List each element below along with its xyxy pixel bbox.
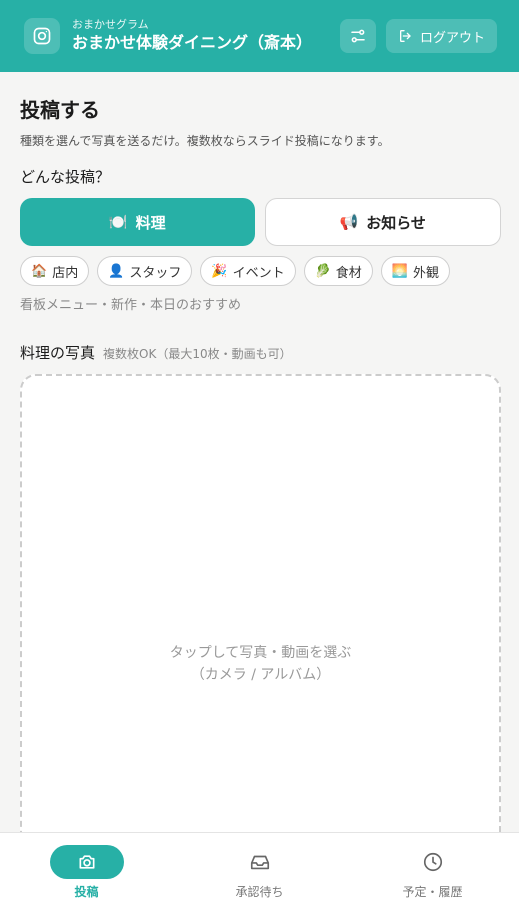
tab-label: 投稿 [74,885,99,899]
page-description: 種類を選んで写真を送るだけ。複数枚ならスライド投稿になります。 [20,134,390,148]
chip-label: イベント [232,265,285,281]
logout-button[interactable]: ログアウト [385,19,497,53]
brand-name: おまかせ体験ダイニング（斎本） [72,33,313,52]
plate-icon: 🍽️ [108,213,128,231]
tab-label: 予定・履歴 [402,885,463,899]
chip-interior[interactable]: 🏠 店内 [20,256,90,286]
tab-label: 承認待ち [235,885,284,899]
post-type-question: どんな投稿？ [20,168,111,186]
post-form: 投稿する 種類を選んで写真を送るだけ。複数枚ならスライド投稿になります。 どんな… [20,96,501,363]
dropzone-text: タップして写真・動画を選ぶ [169,645,352,661]
chip-label: 食材 [335,265,362,281]
clock-icon [423,852,442,872]
chip-event[interactable]: 🎉 イベント [200,256,296,286]
tab-pending[interactable]: 承認待ち [173,833,346,900]
tab-post[interactable]: 投稿 [0,833,173,900]
tab-icon-wrap [396,845,470,879]
brand: おまかせグラム おまかせ体験ダイニング（斎本） [72,18,340,54]
tab-icon-wrap [223,845,297,879]
person-icon: 👤 [108,263,125,279]
post-type-food-button[interactable]: 🍽️ 料理 [20,198,255,246]
page-title: 投稿する [20,98,100,122]
house-icon: 🏠 [31,263,48,279]
bottom-tab-bar: 投稿 承認待ち 予定・履歴 [0,832,519,900]
post-type-selector: 🍽️ 料理 📢 お知らせ [20,198,501,246]
inbox-icon [250,855,269,870]
tab-schedule-history[interactable]: 予定・履歴 [346,833,519,900]
chip-label: 店内 [52,265,79,281]
chip-ingredients[interactable]: 🥬 食材 [303,256,373,286]
post-type-label: 料理 [135,213,166,232]
leafy-green-icon: 🥬 [314,263,331,279]
sliders-icon [351,29,365,43]
camera-icon [79,855,94,869]
party-icon: 🎉 [211,263,228,279]
brand-subtitle: おまかせグラム [72,18,149,31]
photo-section-header: 料理の写真 複数枚OK（最大10枚・動画も可） [20,342,501,363]
photo-dropzone[interactable]: タップして写真・動画を選ぶ （カメラ / アルバム） [20,374,501,874]
photo-note: 複数枚OK（最大10枚・動画も可） [103,347,292,361]
category-chips: 🏠 店内 👤 スタッフ 🎉 イベント 🥬 食材 🌅 外観 [20,256,501,286]
megaphone-icon: 📢 [339,213,359,231]
post-type-news-button[interactable]: 📢 お知らせ [264,198,501,246]
logout-label: ログアウト [419,30,485,46]
filter-button[interactable] [339,19,376,53]
photo-label: 料理の写真 [20,344,96,362]
logout-icon [399,30,411,42]
category-hint: 看板メニュー・新作・本日のおすすめ [20,298,242,313]
post-type-label: お知らせ [366,213,426,232]
sunrise-icon: 🌅 [391,263,408,279]
chip-label: スタッフ [129,265,182,281]
instagram-button[interactable] [24,18,60,54]
tab-icon-wrap [49,845,124,879]
dropzone-subtext: （カメラ / アルバム） [190,667,331,683]
instagram-icon [33,27,51,45]
chip-label: 外観 [413,265,440,281]
chip-exterior[interactable]: 🌅 外観 [380,256,451,286]
app-header: おまかせグラム おまかせ体験ダイニング（斎本） ログアウト [0,0,519,72]
chip-staff[interactable]: 👤 スタッフ [97,256,193,286]
